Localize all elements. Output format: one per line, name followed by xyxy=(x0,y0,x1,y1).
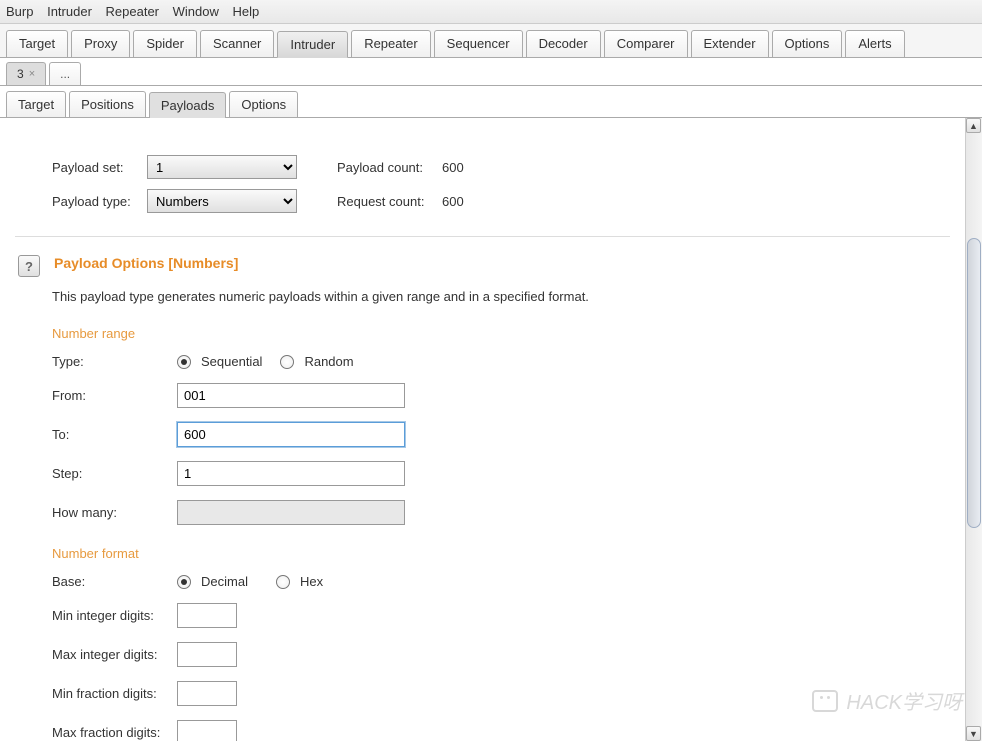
payload-count-label: Payload count: xyxy=(337,160,432,175)
max-int-input[interactable] xyxy=(177,642,237,667)
scroll-up-icon[interactable]: ▲ xyxy=(966,118,981,133)
dots-icon: ... xyxy=(60,67,70,81)
close-icon[interactable]: × xyxy=(29,68,35,80)
section-description: This payload type generates numeric payl… xyxy=(0,277,965,312)
main-tabs: Target Proxy Spider Scanner Intruder Rep… xyxy=(0,24,982,58)
menu-intruder[interactable]: Intruder xyxy=(47,4,92,19)
inner-tab-options[interactable]: Options xyxy=(229,91,298,117)
payload-count-value: 600 xyxy=(442,160,464,175)
scrollbar[interactable]: ▲ ▼ xyxy=(965,118,982,741)
radio-hex[interactable] xyxy=(276,575,290,589)
base-label: Base: xyxy=(52,574,177,589)
payload-type-select[interactable]: Numbers xyxy=(147,189,297,213)
max-frac-input[interactable] xyxy=(177,720,237,741)
from-input[interactable] xyxy=(177,383,405,408)
content-panel: Payload set: 1 Payload count: 600 Payloa… xyxy=(0,118,965,741)
inner-tab-target[interactable]: Target xyxy=(6,91,66,117)
radio-random-label: Random xyxy=(304,354,353,369)
watermark-icon xyxy=(812,690,838,712)
step-label: Step: xyxy=(52,466,177,481)
radio-decimal-label: Decimal xyxy=(201,574,248,589)
tab-extender[interactable]: Extender xyxy=(691,30,769,57)
session-tabs: 3 × ... xyxy=(0,58,982,86)
max-frac-label: Max fraction digits: xyxy=(52,725,177,740)
tab-repeater[interactable]: Repeater xyxy=(351,30,430,57)
tab-spider[interactable]: Spider xyxy=(133,30,197,57)
menu-help[interactable]: Help xyxy=(233,4,260,19)
radio-hex-label: Hex xyxy=(300,574,323,589)
payload-set-select[interactable]: 1 xyxy=(147,155,297,179)
radio-decimal[interactable] xyxy=(177,575,191,589)
scroll-down-icon[interactable]: ▼ xyxy=(966,726,981,741)
inner-tabs: Target Positions Payloads Options xyxy=(0,86,982,118)
watermark: HACK学习呀 xyxy=(812,686,962,715)
payload-type-label: Payload type: xyxy=(52,194,137,209)
to-label: To: xyxy=(52,427,177,442)
menu-burp[interactable]: Burp xyxy=(6,4,33,19)
tab-scanner[interactable]: Scanner xyxy=(200,30,274,57)
to-input[interactable] xyxy=(177,422,405,447)
min-frac-label: Min fraction digits: xyxy=(52,686,177,701)
help-button[interactable]: ? xyxy=(18,255,40,277)
scroll-thumb[interactable] xyxy=(967,238,981,528)
menu-window[interactable]: Window xyxy=(173,4,219,19)
min-int-input[interactable] xyxy=(177,603,237,628)
step-input[interactable] xyxy=(177,461,405,486)
tab-intruder[interactable]: Intruder xyxy=(277,31,348,58)
inner-tab-payloads[interactable]: Payloads xyxy=(149,92,226,118)
session-tab-new[interactable]: ... xyxy=(49,62,81,85)
tab-target[interactable]: Target xyxy=(6,30,68,57)
watermark-text: HACK学习呀 xyxy=(846,686,962,715)
tab-options[interactable]: Options xyxy=(772,30,843,57)
min-int-label: Min integer digits: xyxy=(52,608,177,623)
tab-proxy[interactable]: Proxy xyxy=(71,30,130,57)
radio-sequential[interactable] xyxy=(177,355,191,369)
session-tab-3[interactable]: 3 × xyxy=(6,62,46,85)
tab-alerts[interactable]: Alerts xyxy=(845,30,904,57)
number-range-heading: Number range xyxy=(0,312,965,347)
max-int-label: Max integer digits: xyxy=(52,647,177,662)
number-format-heading: Number format xyxy=(0,532,965,567)
radio-random[interactable] xyxy=(280,355,294,369)
radio-sequential-label: Sequential xyxy=(201,354,262,369)
min-frac-input[interactable] xyxy=(177,681,237,706)
type-label: Type: xyxy=(52,354,177,369)
from-label: From: xyxy=(52,388,177,403)
section-title: Payload Options [Numbers] xyxy=(54,255,238,271)
how-many-input xyxy=(177,500,405,525)
how-many-label: How many: xyxy=(52,505,177,520)
request-count-label: Request count: xyxy=(337,194,432,209)
tab-comparer[interactable]: Comparer xyxy=(604,30,688,57)
session-tab-label: 3 xyxy=(17,67,24,81)
tab-decoder[interactable]: Decoder xyxy=(526,30,601,57)
menubar: Burp Intruder Repeater Window Help xyxy=(0,0,982,24)
inner-tab-positions[interactable]: Positions xyxy=(69,91,146,117)
divider xyxy=(15,236,950,237)
tab-sequencer[interactable]: Sequencer xyxy=(434,30,523,57)
menu-repeater[interactable]: Repeater xyxy=(106,4,159,19)
payload-set-label: Payload set: xyxy=(52,160,137,175)
request-count-value: 600 xyxy=(442,194,464,209)
